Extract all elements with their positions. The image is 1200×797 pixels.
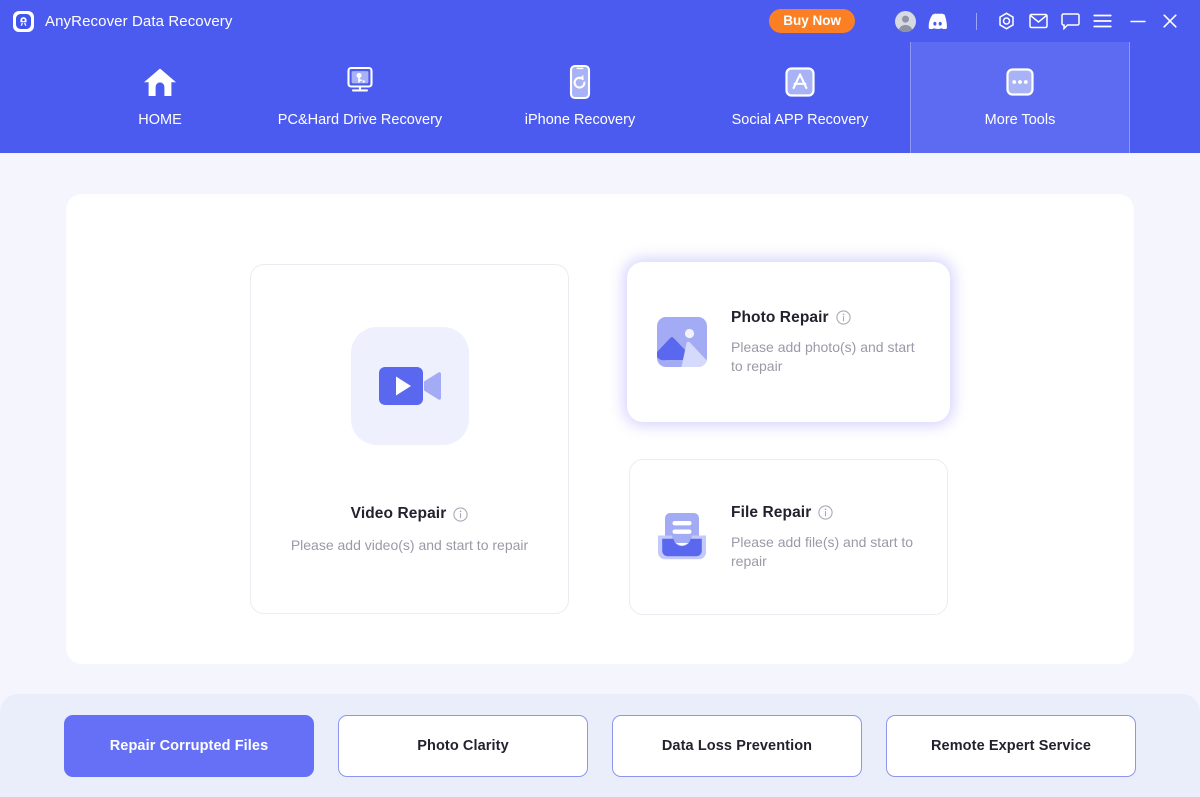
info-icon[interactable] (453, 507, 468, 522)
video-repair-title: Video Repair (351, 505, 447, 523)
mail-icon[interactable] (1022, 5, 1054, 37)
info-icon[interactable] (818, 505, 833, 520)
app-store-icon (780, 62, 820, 102)
file-tray-icon (655, 510, 709, 564)
close-icon[interactable] (1154, 5, 1186, 37)
monitor-key-icon (340, 62, 380, 102)
photo-image-icon (655, 315, 709, 369)
nav-item-iphone-recovery[interactable]: iPhone Recovery (470, 42, 690, 153)
nav-label-social-app-recovery: Social APP Recovery (732, 112, 869, 128)
minimize-icon[interactable] (1122, 5, 1154, 37)
video-repair-card[interactable]: Video Repair Please add video(s) and sta… (250, 264, 569, 614)
bottom-button-photo-clarity[interactable]: Photo Clarity (338, 715, 588, 777)
nav-item-social-app-recovery[interactable]: Social APP Recovery (690, 42, 910, 153)
target-icon[interactable] (990, 5, 1022, 37)
main-navigation: HOME PC&Hard Drive Recovery (0, 42, 1200, 153)
ellipsis-icon (1000, 62, 1040, 102)
nav-label-more-tools: More Tools (985, 112, 1056, 128)
file-repair-text: File Repair Please add file(s) and s (731, 504, 934, 571)
photo-repair-card[interactable]: Photo Repair Please add photo(s) and (629, 264, 948, 420)
file-repair-title-row: File Repair (731, 504, 916, 522)
info-icon[interactable] (836, 310, 851, 325)
video-repair-title-row: Video Repair (351, 505, 469, 523)
anyrecover-logo-icon (13, 11, 34, 32)
nav-label-pc-hard-drive-recovery: PC&Hard Drive Recovery (278, 112, 442, 128)
nav-label-home: HOME (138, 112, 182, 128)
app-title: AnyRecover Data Recovery (45, 13, 232, 30)
file-repair-title: File Repair (731, 504, 811, 522)
nav-item-more-tools[interactable]: More Tools (910, 42, 1130, 153)
account-avatar-icon[interactable] (889, 5, 921, 37)
nav-item-home[interactable]: HOME (70, 42, 250, 153)
chat-icon[interactable] (1054, 5, 1086, 37)
photo-repair-description: Please add photo(s) and start to repair (731, 338, 916, 376)
bottom-button-data-loss-prevention[interactable]: Data Loss Prevention (612, 715, 862, 777)
titlebar-controls: Buy Now (769, 5, 1186, 37)
title-bar: AnyRecover Data Recovery Buy Now (0, 0, 1200, 42)
brand: AnyRecover Data Recovery (13, 11, 232, 32)
bottom-toolbar: Repair Corrupted Files Photo Clarity Dat… (0, 694, 1200, 797)
repair-cards: Video Repair Please add video(s) and sta… (250, 264, 948, 615)
titlebar-divider (976, 13, 977, 30)
bottom-button-repair-corrupted-files[interactable]: Repair Corrupted Files (64, 715, 314, 777)
discord-icon[interactable] (921, 5, 953, 37)
tools-panel: Video Repair Please add video(s) and sta… (66, 194, 1134, 664)
video-repair-description: Please add video(s) and start to repair (291, 536, 528, 555)
application-window: AnyRecover Data Recovery Buy Now (0, 0, 1200, 797)
video-camera-icon (351, 327, 469, 445)
phone-refresh-icon (560, 62, 600, 102)
menu-icon[interactable] (1086, 5, 1118, 37)
nav-label-iphone-recovery: iPhone Recovery (525, 112, 635, 128)
home-icon (140, 62, 180, 102)
photo-repair-text: Photo Repair Please add photo(s) and (731, 309, 934, 376)
buy-now-button[interactable]: Buy Now (769, 9, 855, 34)
nav-item-pc-hard-drive-recovery[interactable]: PC&Hard Drive Recovery (250, 42, 470, 153)
file-repair-card[interactable]: File Repair Please add file(s) and s (629, 459, 948, 615)
photo-repair-title-row: Photo Repair (731, 309, 916, 327)
photo-repair-title: Photo Repair (731, 309, 829, 327)
file-repair-description: Please add file(s) and start to repair (731, 533, 916, 571)
right-card-column: Photo Repair Please add photo(s) and (629, 264, 948, 615)
bottom-button-remote-expert-service[interactable]: Remote Expert Service (886, 715, 1136, 777)
